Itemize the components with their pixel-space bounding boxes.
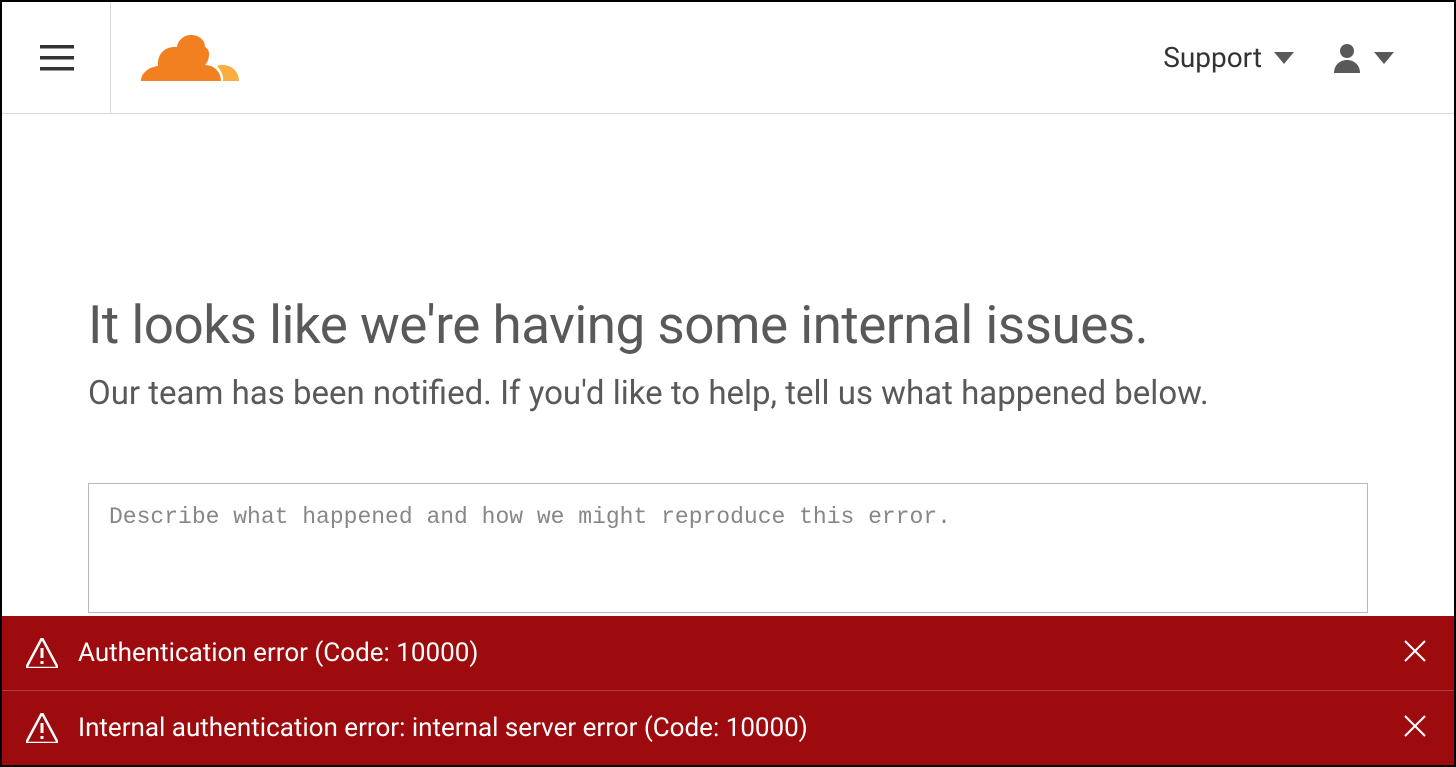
error-banners: Authentication error (Code: 10000) Inter… [2, 616, 1454, 765]
error-subheading: Our team has been notified. If you'd lik… [88, 374, 1368, 413]
feedback-textarea[interactable] [88, 483, 1368, 613]
close-button[interactable] [1400, 711, 1430, 745]
error-banner: Internal authentication error: internal … [2, 691, 1454, 765]
user-icon [1334, 43, 1360, 73]
error-message: Authentication error (Code: 10000) [78, 638, 1400, 668]
warning-icon [26, 713, 58, 743]
cloud-icon [141, 35, 239, 81]
warning-icon [26, 638, 58, 668]
header-divider [110, 2, 111, 114]
header: Support [2, 2, 1454, 114]
caret-down-icon [1274, 52, 1294, 64]
user-dropdown[interactable] [1334, 43, 1394, 73]
support-label: Support [1163, 41, 1262, 74]
hamburger-icon [40, 45, 74, 71]
caret-down-icon [1374, 52, 1394, 64]
main-content: It looks like we're having some internal… [2, 114, 1454, 617]
menu-button[interactable] [32, 33, 82, 83]
cloudflare-logo[interactable] [141, 35, 239, 81]
error-heading: It looks like we're having some internal… [88, 294, 1368, 356]
error-message: Internal authentication error: internal … [78, 713, 1400, 743]
error-banner: Authentication error (Code: 10000) [2, 616, 1454, 691]
support-dropdown[interactable]: Support [1163, 41, 1294, 74]
close-icon [1404, 715, 1426, 737]
header-right: Support [1163, 41, 1424, 74]
close-button[interactable] [1400, 636, 1430, 670]
close-icon [1404, 640, 1426, 662]
